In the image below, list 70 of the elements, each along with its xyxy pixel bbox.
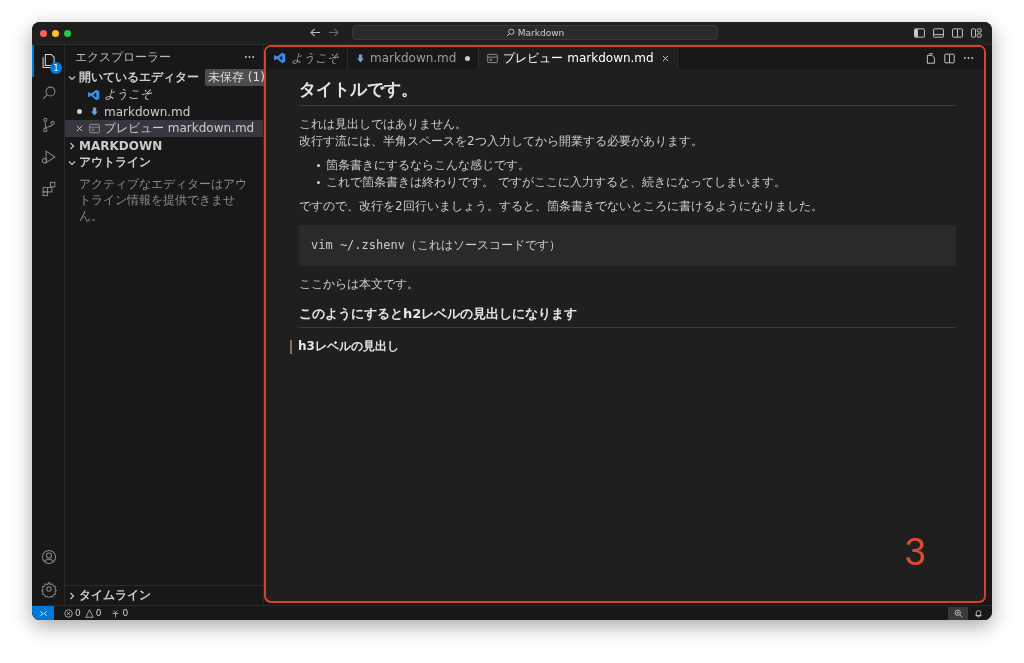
section-header[interactable]: タイムライン: [79, 587, 151, 604]
editor-tab[interactable]: ようこそ: [266, 47, 348, 69]
notification-badge: 1: [50, 62, 62, 74]
ports-status[interactable]: 0: [109, 608, 129, 618]
chevron-icon[interactable]: [68, 141, 76, 150]
editor-tab[interactable]: プレビュー markdown.md: [479, 47, 678, 69]
preview-icon: [487, 52, 499, 64]
settings-icon[interactable]: [40, 580, 58, 598]
run-debug-icon: [40, 148, 58, 166]
close-window-button[interactable]: [40, 29, 47, 37]
paragraph-line: 改行す流には、半角スペースを2つ入力してから開業する必要があります。: [299, 133, 704, 150]
preview-icon: [87, 123, 101, 134]
bullet-icon: [317, 181, 320, 184]
more-actions-icon[interactable]: [244, 55, 255, 59]
paragraph-line: ここからは本文です。: [299, 276, 420, 293]
problems-status[interactable]: 0 0: [62, 608, 102, 618]
open-editor-item[interactable]: プレビュー markdown.md: [65, 120, 263, 137]
forward-arrow-icon[interactable]: [328, 28, 339, 37]
close-icon[interactable]: [76, 125, 83, 132]
paragraph-line: ですので、改行を2回行いましょう。すると、箇条書きでないところに書けるようになりました。: [299, 198, 824, 215]
more-actions-icon[interactable]: [963, 56, 974, 60]
customize-layout-icon[interactable]: [971, 28, 982, 38]
toggle-secondary-sidebar-icon[interactable]: [952, 28, 963, 38]
paragraph-line: これは見出しではありません。: [299, 116, 468, 133]
heading-2: このようにするとh2レベルの見出しになります: [299, 305, 579, 323]
chevron-icon[interactable]: [68, 73, 76, 82]
search-icon: [40, 84, 58, 102]
arrow-down-icon: [356, 53, 365, 63]
sidebar-title: エクスプローラー: [75, 48, 171, 66]
remote-icon: [38, 608, 48, 618]
toggle-panel-icon[interactable]: [933, 28, 944, 38]
zoom-icon[interactable]: [948, 606, 968, 620]
bullet-icon: [317, 164, 320, 167]
search-icon: [505, 28, 515, 37]
section-header[interactable]: MARKDOWN: [79, 138, 163, 153]
chevron-icon[interactable]: [68, 591, 76, 600]
vscode-logo-icon: [274, 52, 286, 64]
close-icon[interactable]: [661, 54, 669, 62]
error-icon: [64, 608, 73, 618]
open-editor-item[interactable]: ようこそ: [65, 86, 263, 103]
remote-button[interactable]: [32, 606, 54, 620]
command-search-field[interactable]: Markdown: [352, 25, 718, 40]
unsaved-dot-icon: [77, 109, 82, 114]
outline-empty-message: アクティブなエディターはアウトライン情報を提供できません。: [79, 176, 248, 224]
port-count: 0: [122, 608, 129, 618]
antenna-icon: [111, 608, 121, 618]
error-count: 0: [75, 608, 81, 618]
maximize-window-button[interactable]: [64, 29, 71, 37]
source-control-icon: [40, 116, 58, 134]
bullet-item: 箇条書きにするならこんな感じです。: [326, 157, 530, 174]
section-header[interactable]: アウトライン: [79, 154, 151, 171]
toggle-sidebar-icon[interactable]: [914, 28, 925, 38]
line-marker: [290, 339, 292, 354]
annotation-number: 3: [904, 533, 926, 571]
back-arrow-icon[interactable]: [310, 28, 321, 37]
files-icon: [40, 52, 58, 70]
account-icon[interactable]: [40, 548, 58, 566]
section-header[interactable]: 開いているエディター: [79, 69, 199, 86]
open-editor-item[interactable]: markdown.md: [65, 103, 263, 120]
warning-icon: [84, 608, 94, 618]
warning-count: 0: [95, 608, 102, 618]
chevron-icon[interactable]: [68, 158, 76, 167]
heading-3: h3レベルの見出し: [298, 338, 399, 355]
split-editor-icon[interactable]: [944, 52, 955, 64]
extensions-icon: [40, 180, 58, 198]
code-block: vim ~/.zshenv（これはソースコードです）: [299, 225, 956, 266]
heading-1: タイトルです。: [299, 78, 419, 101]
bullet-item: これで箇条書きは終わりです。 ですがここに入力すると、続きになってしまいます。: [326, 174, 786, 191]
minimize-window-button[interactable]: [52, 29, 59, 37]
vscode-logo-icon: [87, 88, 101, 101]
